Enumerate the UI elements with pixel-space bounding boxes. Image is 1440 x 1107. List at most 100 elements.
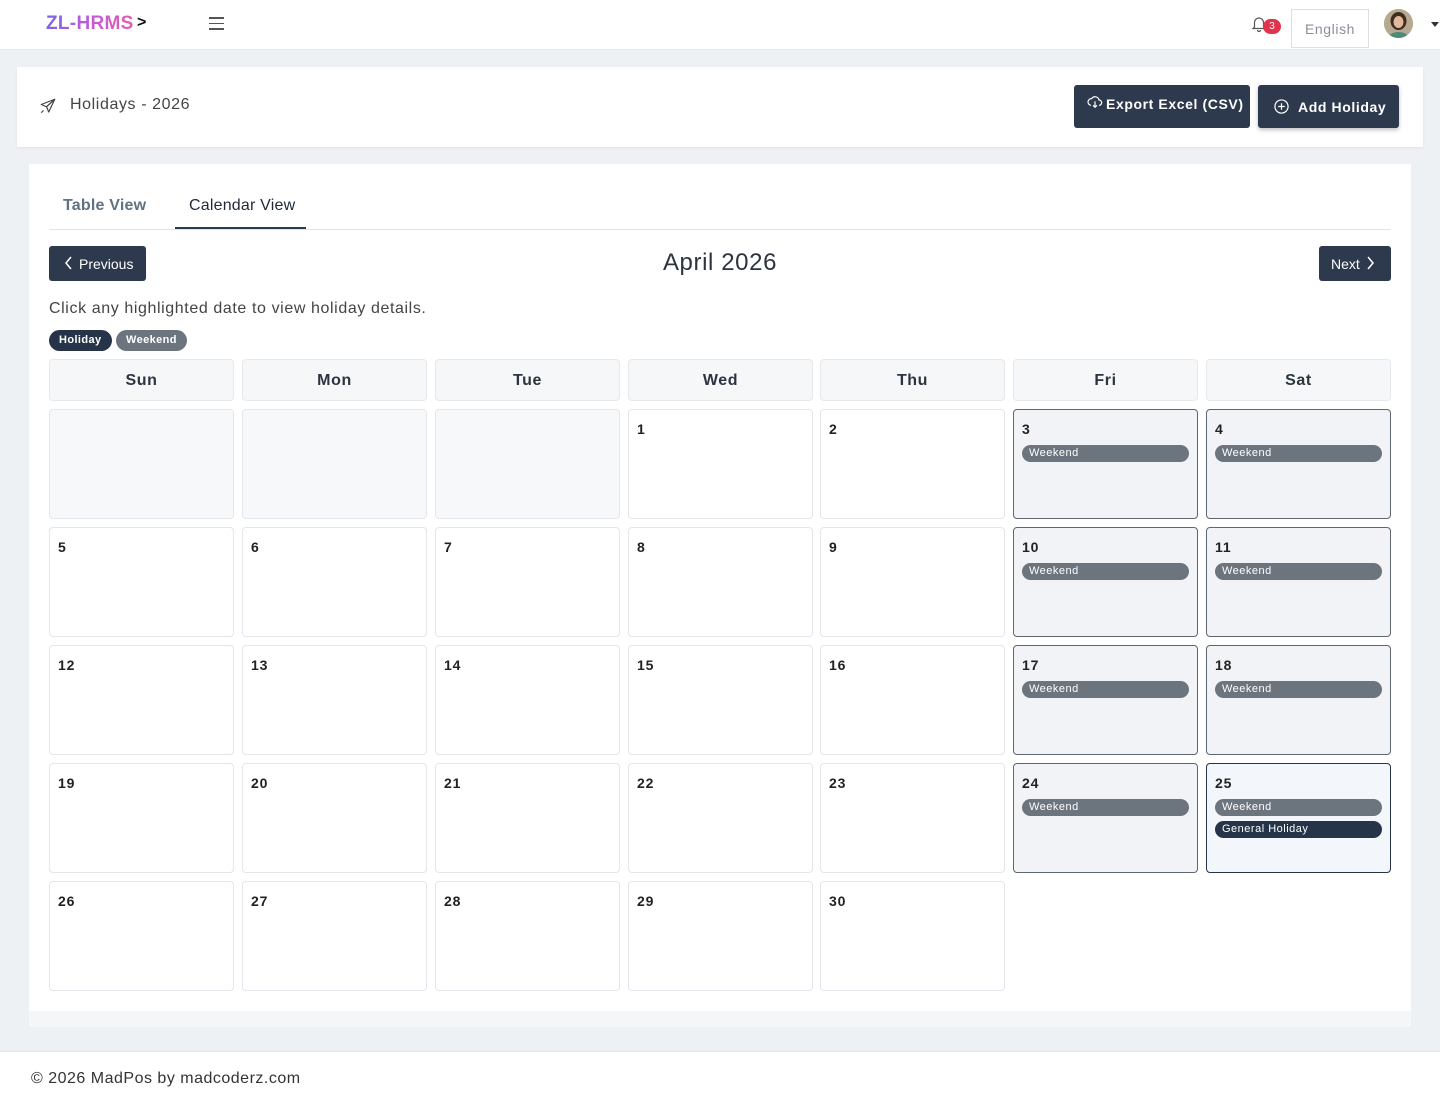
day-number: 12	[58, 657, 76, 673]
calendar-day-25[interactable]: 25 Weekend General Holiday	[1206, 763, 1391, 873]
weekday-header-sun: Sun	[49, 359, 234, 401]
day-number: 3	[1022, 421, 1031, 437]
holiday-calendar-card: Table View Calendar View Previous April …	[29, 164, 1411, 1011]
footer: © 2026 MadPos by madcoderz.com	[0, 1051, 1440, 1107]
active-tab-indicator	[175, 227, 306, 229]
top-navbar: ZL-HRMS > 3 English	[0, 0, 1440, 50]
day-number: 11	[1215, 539, 1232, 555]
day-number: 29	[637, 893, 655, 909]
view-tabs: Table View Calendar View	[49, 164, 1391, 230]
calendar-day-13: 13	[242, 645, 427, 755]
day-number: 18	[1215, 657, 1233, 673]
brand-logo[interactable]: ZL-HRMS	[46, 13, 134, 35]
export-csv-button[interactable]: Export Excel (CSV)	[1074, 85, 1250, 128]
weekend-event-badge[interactable]: Weekend	[1215, 445, 1382, 462]
calendar-empty-cell	[49, 409, 234, 519]
calendar-day-29: 29	[628, 881, 813, 991]
day-number: 27	[251, 893, 269, 909]
calendar-day-8: 8	[628, 527, 813, 637]
day-number: 26	[58, 893, 76, 909]
calendar-day-22: 22	[628, 763, 813, 873]
menu-toggle-icon[interactable]	[209, 17, 224, 30]
calendar-day-11[interactable]: 11 Weekend	[1206, 527, 1391, 637]
weekend-event-badge[interactable]: Weekend	[1215, 799, 1382, 816]
add-holiday-label: Add Holiday	[1298, 99, 1387, 115]
day-number: 1	[637, 421, 646, 437]
weekend-event-badge[interactable]: Weekend	[1022, 799, 1189, 816]
calendar-day-19: 19	[49, 763, 234, 873]
weekday-header-mon: Mon	[242, 359, 427, 401]
day-number: 8	[637, 539, 646, 555]
calendar-day-26: 26	[49, 881, 234, 991]
calendar-hint: Click any highlighted date to view holid…	[49, 300, 427, 317]
calendar-day-5: 5	[49, 527, 234, 637]
weekend-event-badge[interactable]: Weekend	[1215, 563, 1382, 580]
next-month-button[interactable]: Next	[1319, 246, 1391, 281]
day-number: 14	[444, 657, 462, 673]
calendar-day-21: 21	[435, 763, 620, 873]
day-number: 5	[58, 539, 67, 555]
calendar-day-2: 2	[820, 409, 1005, 519]
day-number: 19	[58, 775, 76, 791]
calendar-day-10[interactable]: 10 Weekend	[1013, 527, 1198, 637]
calendar-empty-cell	[242, 409, 427, 519]
notification-count-badge: 3	[1263, 19, 1281, 34]
brand-caret-icon: >	[137, 14, 147, 31]
calendar-day-23: 23	[820, 763, 1005, 873]
day-number: 16	[829, 657, 847, 673]
day-number: 4	[1215, 421, 1224, 437]
weekday-header-thu: Thu	[820, 359, 1005, 401]
cloud-download-icon	[1087, 96, 1103, 109]
day-number: 25	[1215, 775, 1233, 791]
day-number: 28	[444, 893, 462, 909]
day-number: 10	[1022, 539, 1040, 555]
page-title: Holidays - 2026	[70, 96, 191, 113]
calendar-day-6: 6	[242, 527, 427, 637]
weekend-event-badge[interactable]: Weekend	[1022, 445, 1189, 462]
day-number: 17	[1022, 657, 1040, 673]
day-number: 7	[444, 539, 453, 555]
calendar-day-3[interactable]: 3 Weekend	[1013, 409, 1198, 519]
weekend-event-badge[interactable]: Weekend	[1215, 681, 1382, 698]
day-number: 23	[829, 775, 847, 791]
calendar-day-17[interactable]: 17 Weekend	[1013, 645, 1198, 755]
footer-copyright: © 2026 MadPos by madcoderz.com	[31, 1070, 301, 1087]
day-number: 9	[829, 539, 838, 555]
calendar-day-15: 15	[628, 645, 813, 755]
calendar-day-24[interactable]: 24 Weekend	[1013, 763, 1198, 873]
day-number: 13	[251, 657, 269, 673]
day-number: 24	[1022, 775, 1040, 791]
calendar-day-28: 28	[435, 881, 620, 991]
add-holiday-button[interactable]: Add Holiday	[1258, 85, 1399, 128]
chevron-right-icon	[1367, 256, 1374, 270]
month-title: April 2026	[662, 249, 778, 276]
day-number: 6	[251, 539, 260, 555]
calendar-day-7: 7	[435, 527, 620, 637]
weekday-header-fri: Fri	[1013, 359, 1198, 401]
user-menu-caret-icon[interactable]	[1431, 22, 1439, 27]
calendar-day-12: 12	[49, 645, 234, 755]
day-number: 30	[829, 893, 847, 909]
day-number: 22	[637, 775, 655, 791]
legend-weekend-badge: Weekend	[116, 330, 187, 351]
calendar-day-14: 14	[435, 645, 620, 755]
calendar-day-4[interactable]: 4 Weekend	[1206, 409, 1391, 519]
holiday-event-badge[interactable]: General Holiday	[1215, 821, 1382, 838]
calendar-day-9: 9	[820, 527, 1005, 637]
plus-circle-icon	[1274, 99, 1289, 114]
legend-holiday-badge: Holiday	[49, 330, 112, 351]
weekday-header-wed: Wed	[628, 359, 813, 401]
weekend-event-badge[interactable]: Weekend	[1022, 681, 1189, 698]
user-avatar[interactable]	[1384, 9, 1413, 38]
day-number: 15	[637, 657, 655, 673]
weekend-event-badge[interactable]: Weekend	[1022, 563, 1189, 580]
calendar-day-18[interactable]: 18 Weekend	[1206, 645, 1391, 755]
tab-calendar-view[interactable]: Calendar View	[189, 197, 295, 215]
language-selector[interactable]: English	[1291, 9, 1369, 48]
next-label: Next	[1331, 256, 1360, 272]
page-header: Holidays - 2026 Export Excel (CSV) Add H…	[17, 67, 1423, 147]
tab-table-view[interactable]: Table View	[63, 197, 146, 215]
export-csv-label: Export Excel (CSV)	[1106, 96, 1244, 112]
weekday-header-tue: Tue	[435, 359, 620, 401]
calendar-day-20: 20	[242, 763, 427, 873]
